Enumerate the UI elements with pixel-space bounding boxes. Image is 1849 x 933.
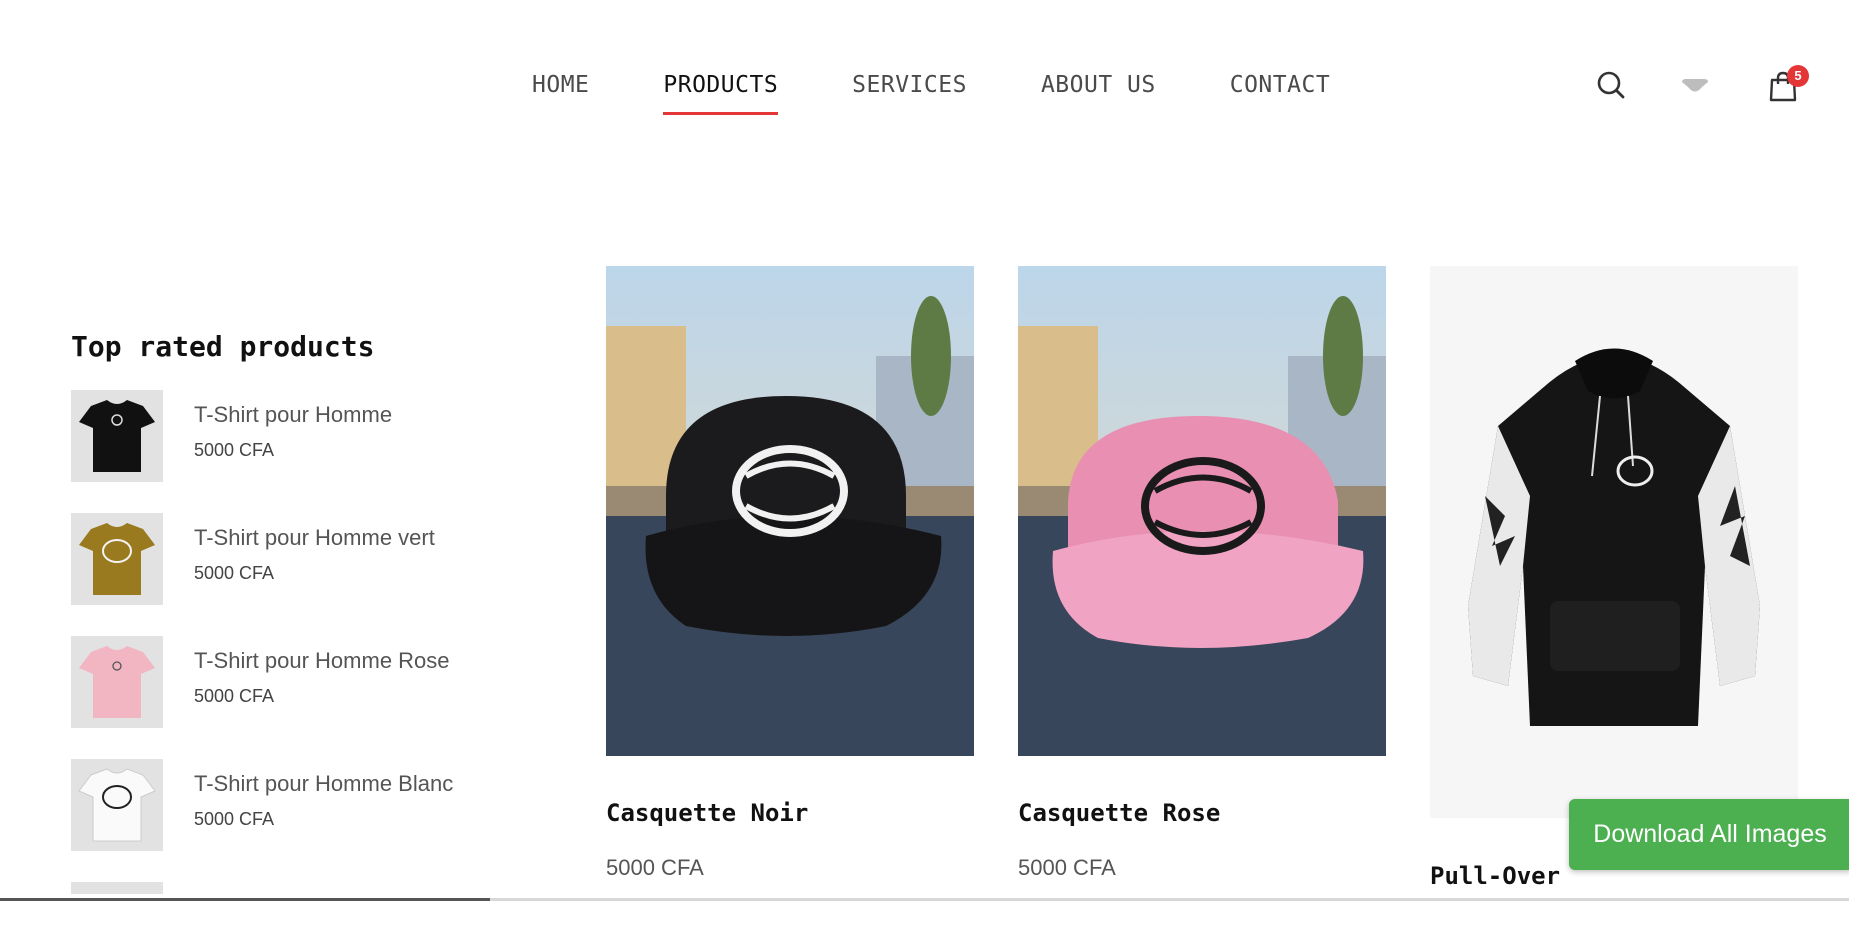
product-price: 5000 CFA	[194, 686, 275, 706]
top-rated-item[interactable]: T-Shirt pour Homme vert 5000 CFA	[71, 513, 521, 605]
header-icons: 5	[1596, 65, 1809, 110]
product-card[interactable]: Casquette Noir 5000 CFA	[606, 266, 974, 880]
heart-icon[interactable]	[1680, 78, 1710, 102]
top-rated-item[interactable]: T-Shirt pour Homme Rose 5000 CFA	[71, 636, 521, 728]
product-name: T-Shirt pour Homme vert	[194, 525, 435, 550]
nav-products[interactable]: PRODUCTS	[663, 72, 778, 116]
product-price: 5000 CFA	[1018, 855, 1116, 880]
product-name: Casquette Noir	[606, 799, 809, 827]
search-icon[interactable]	[1596, 70, 1626, 104]
product-thumbnail	[71, 636, 163, 728]
product-name: T-Shirt pour Homme	[194, 402, 393, 427]
product-thumbnail	[71, 513, 163, 605]
nav-contact[interactable]: CONTACT	[1230, 72, 1330, 116]
product-image	[606, 266, 974, 756]
product-name: T-Shirt pour Homme Blanc	[194, 771, 454, 796]
nav-services[interactable]: SERVICES	[852, 72, 967, 116]
product-price: 5000 CFA	[194, 563, 275, 583]
product-price: 5000 CFA	[606, 855, 704, 880]
product-price: 5000 CFA	[194, 440, 275, 460]
product-thumbnail	[71, 882, 163, 894]
product-name: Pull-Over	[1430, 862, 1561, 890]
top-rated-item[interactable]: T-Shirt pour Homme Blanc 5000 CFA	[71, 759, 521, 851]
download-all-images-button[interactable]: Download All Images	[1569, 799, 1849, 870]
product-image	[1018, 266, 1386, 756]
nav-about-us[interactable]: ABOUT US	[1041, 72, 1156, 116]
top-rated-sidebar: Top rated products T-Shirt pour Homme 50…	[71, 330, 521, 933]
product-thumbnail	[71, 390, 163, 482]
product-card[interactable]: Pull-Over	[1430, 266, 1798, 890]
nav-home[interactable]: HOME	[532, 72, 589, 116]
product-card[interactable]: Casquette Rose 5000 CFA	[1018, 266, 1386, 880]
product-image	[1430, 266, 1798, 818]
main-nav: HOME PRODUCTS SERVICES ABOUT US CONTACT	[532, 72, 1404, 116]
product-name: T-Shirt pour Homme Rose	[194, 648, 450, 673]
top-rated-item[interactable]: T-Shirt pour Homme 5000 CFA	[71, 390, 521, 482]
sidebar-title: Top rated products	[71, 330, 375, 363]
product-thumbnail	[71, 759, 163, 851]
cart-count-badge: 5	[1787, 65, 1809, 87]
product-name: Casquette Rose	[1018, 799, 1221, 827]
product-price: 5000 CFA	[194, 809, 275, 829]
